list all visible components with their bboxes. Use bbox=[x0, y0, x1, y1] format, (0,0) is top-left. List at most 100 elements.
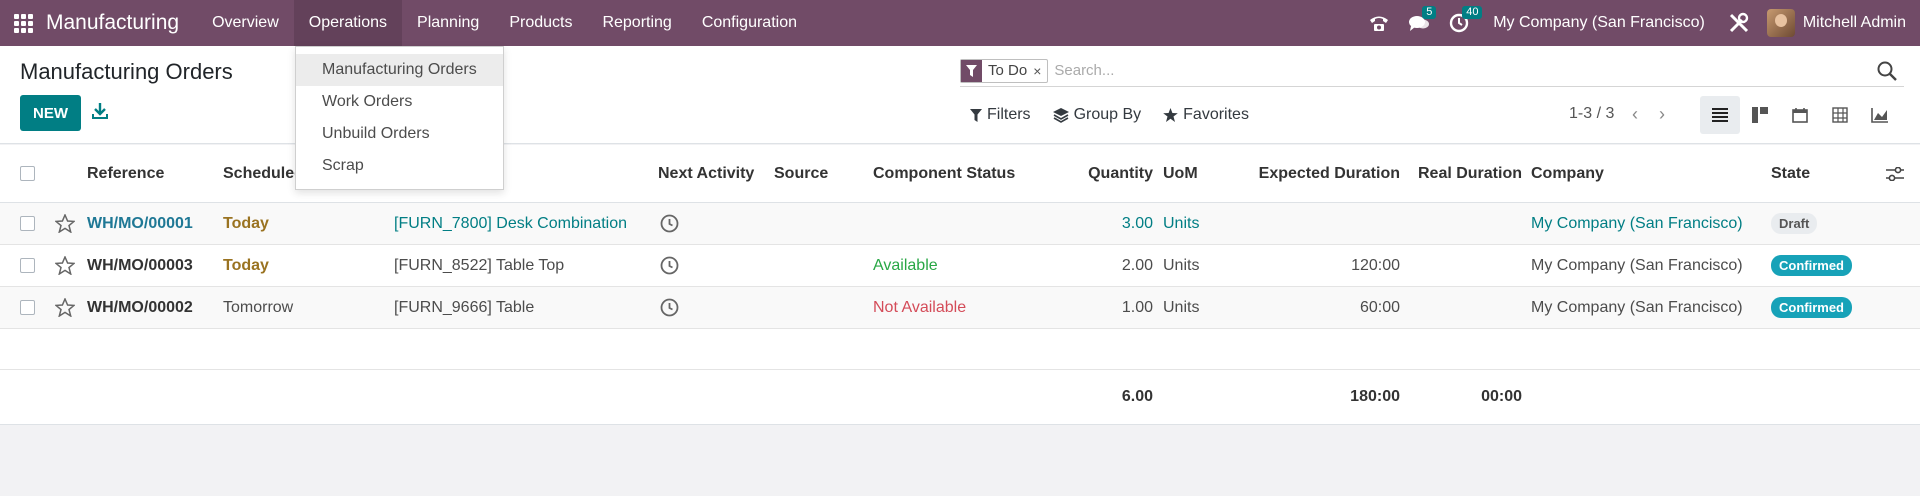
cell-real-duration bbox=[1410, 287, 1522, 328]
column-expected-duration[interactable]: Expected Duration bbox=[1230, 145, 1400, 202]
list-view-icon[interactable] bbox=[1700, 96, 1740, 134]
search-input[interactable] bbox=[1054, 62, 1876, 79]
layers-icon bbox=[1052, 107, 1069, 123]
column-company[interactable]: Company bbox=[1531, 145, 1604, 202]
menu-operations[interactable]: Operations bbox=[293, 0, 403, 46]
activity-clock-icon[interactable] bbox=[660, 245, 679, 286]
menu-planning[interactable]: Planning bbox=[402, 0, 494, 46]
row-checkbox[interactable] bbox=[20, 258, 35, 273]
column-scheduled[interactable]: Scheduled bbox=[223, 145, 295, 202]
search-icon[interactable] bbox=[1876, 60, 1898, 82]
messages-icon[interactable]: 5 bbox=[1399, 0, 1439, 46]
cell-real-duration bbox=[1410, 245, 1522, 286]
dropdown-item-work-orders[interactable]: Work Orders bbox=[296, 86, 503, 118]
calendar-view-icon[interactable] bbox=[1780, 96, 1820, 134]
group-by-button[interactable]: Group By bbox=[1052, 106, 1141, 124]
company-switcher[interactable]: My Company (San Francisco) bbox=[1479, 14, 1719, 32]
cell-reference[interactable]: WH/MO/00003 bbox=[87, 245, 193, 286]
select-all-checkbox[interactable] bbox=[20, 166, 35, 181]
cell-quantity: 2.00 bbox=[1121, 256, 1153, 274]
cell-component-status: Available bbox=[873, 256, 938, 274]
column-uom[interactable]: UoM bbox=[1163, 145, 1198, 202]
priority-star-icon[interactable] bbox=[55, 203, 75, 244]
search-facet: To Do × bbox=[960, 58, 1049, 83]
activities-clock-icon[interactable]: 40 bbox=[1439, 0, 1483, 46]
cell-company[interactable]: My Company (San Francisco) bbox=[1531, 245, 1743, 286]
menu-reporting[interactable]: Reporting bbox=[587, 0, 686, 46]
apps-menu-icon[interactable] bbox=[0, 0, 46, 46]
new-button[interactable]: NEW bbox=[20, 95, 81, 131]
total-quantity: 6.00 bbox=[1121, 388, 1153, 405]
column-component-status[interactable]: Component Status bbox=[873, 145, 1015, 202]
pager-previous-icon[interactable]: ‹ bbox=[1632, 104, 1638, 125]
tools-icon[interactable] bbox=[1719, 0, 1759, 46]
cell-company[interactable]: My Company (San Francisco) bbox=[1531, 203, 1743, 244]
top-navbar: Manufacturing Overview Operations Planni… bbox=[0, 0, 1920, 46]
graph-view-icon[interactable] bbox=[1860, 96, 1900, 134]
search-facet-label: To Do bbox=[988, 62, 1028, 79]
pager-value[interactable]: 1-3 / 3 bbox=[1569, 105, 1614, 123]
status-badge: Confirmed bbox=[1771, 297, 1852, 318]
page-title[interactable]: Manufacturing Orders bbox=[20, 59, 233, 85]
column-state[interactable]: State bbox=[1771, 145, 1810, 202]
activity-clock-icon[interactable] bbox=[660, 203, 679, 244]
filters-button[interactable]: Filters bbox=[970, 106, 1031, 124]
status-badge: Confirmed bbox=[1771, 255, 1852, 276]
control-panel: Manufacturing Orders NEW To Do × Filters… bbox=[0, 46, 1920, 144]
cell-uom: Units bbox=[1163, 256, 1200, 274]
list-view: Reference Scheduled Next Activity Source… bbox=[0, 145, 1920, 425]
cell-company[interactable]: My Company (San Francisco) bbox=[1531, 287, 1743, 328]
optional-columns-icon[interactable] bbox=[1886, 145, 1904, 202]
download-icon[interactable] bbox=[92, 102, 112, 124]
operations-dropdown: Manufacturing Orders Work Orders Unbuild… bbox=[295, 46, 504, 190]
column-source[interactable]: Source bbox=[774, 145, 828, 202]
priority-star-icon[interactable] bbox=[55, 287, 75, 328]
cell-scheduled: Today bbox=[223, 214, 269, 232]
column-real-duration[interactable]: Real Duration bbox=[1410, 145, 1522, 202]
cell-reference[interactable]: WH/MO/00002 bbox=[87, 287, 193, 328]
cell-product[interactable]: [FURN_8522] Table Top bbox=[394, 245, 564, 286]
activity-clock-icon[interactable] bbox=[660, 287, 679, 328]
cell-expected-duration bbox=[1230, 203, 1400, 244]
favorites-button[interactable]: Favorites bbox=[1163, 106, 1249, 124]
cell-reference[interactable]: WH/MO/00001 bbox=[87, 203, 193, 244]
row-checkbox[interactable] bbox=[20, 216, 35, 231]
filters-label: Filters bbox=[987, 106, 1031, 123]
cell-real-duration bbox=[1410, 203, 1522, 244]
kanban-view-icon[interactable] bbox=[1740, 96, 1780, 134]
table-row[interactable]: WH/MO/00001 Today [FURN_7800] Desk Combi… bbox=[0, 203, 1920, 245]
row-checkbox[interactable] bbox=[20, 300, 35, 315]
menu-configuration[interactable]: Configuration bbox=[687, 0, 812, 46]
search-bar: To Do × bbox=[960, 55, 1904, 87]
messages-badge: 5 bbox=[1422, 6, 1437, 19]
column-next-activity[interactable]: Next Activity bbox=[658, 145, 754, 202]
cell-expected-duration: 120:00 bbox=[1351, 256, 1400, 274]
cell-quantity: 1.00 bbox=[1121, 298, 1153, 316]
cell-product[interactable]: [FURN_7800] Desk Combination bbox=[394, 203, 627, 244]
menu-overview[interactable]: Overview bbox=[197, 0, 294, 46]
table-row[interactable]: WH/MO/00002 Tomorrow [FURN_9666] Table N… bbox=[0, 287, 1920, 329]
cell-quantity: 3.00 bbox=[1121, 214, 1153, 232]
cell-product[interactable]: [FURN_9666] Table bbox=[394, 287, 534, 328]
table-row[interactable]: WH/MO/00003 Today [FURN_8522] Table Top … bbox=[0, 245, 1920, 287]
column-quantity[interactable]: Quantity bbox=[1060, 145, 1153, 202]
dropdown-item-manufacturing-orders[interactable]: Manufacturing Orders bbox=[296, 54, 503, 86]
select-all-checkbox-cell[interactable] bbox=[20, 145, 35, 202]
cell-uom: Units bbox=[1163, 298, 1200, 316]
dropdown-item-scrap[interactable]: Scrap bbox=[296, 150, 503, 182]
menu-products[interactable]: Products bbox=[494, 0, 587, 46]
filter-icon bbox=[961, 59, 982, 82]
total-expected-duration: 180:00 bbox=[1350, 388, 1400, 405]
facet-close-icon[interactable]: × bbox=[1033, 63, 1047, 79]
cell-component-status: Not Available bbox=[873, 298, 967, 316]
user-menu[interactable]: Mitchell Admin bbox=[1759, 9, 1920, 37]
view-switcher bbox=[1700, 96, 1900, 134]
app-brand[interactable]: Manufacturing bbox=[46, 11, 179, 35]
cell-expected-duration: 60:00 bbox=[1359, 298, 1400, 316]
voip-phone-icon[interactable] bbox=[1359, 0, 1399, 46]
pager-next-icon[interactable]: › bbox=[1659, 104, 1665, 125]
pivot-view-icon[interactable] bbox=[1820, 96, 1860, 134]
priority-star-icon[interactable] bbox=[55, 245, 75, 286]
dropdown-item-unbuild-orders[interactable]: Unbuild Orders bbox=[296, 118, 503, 150]
column-reference[interactable]: Reference bbox=[87, 145, 164, 202]
